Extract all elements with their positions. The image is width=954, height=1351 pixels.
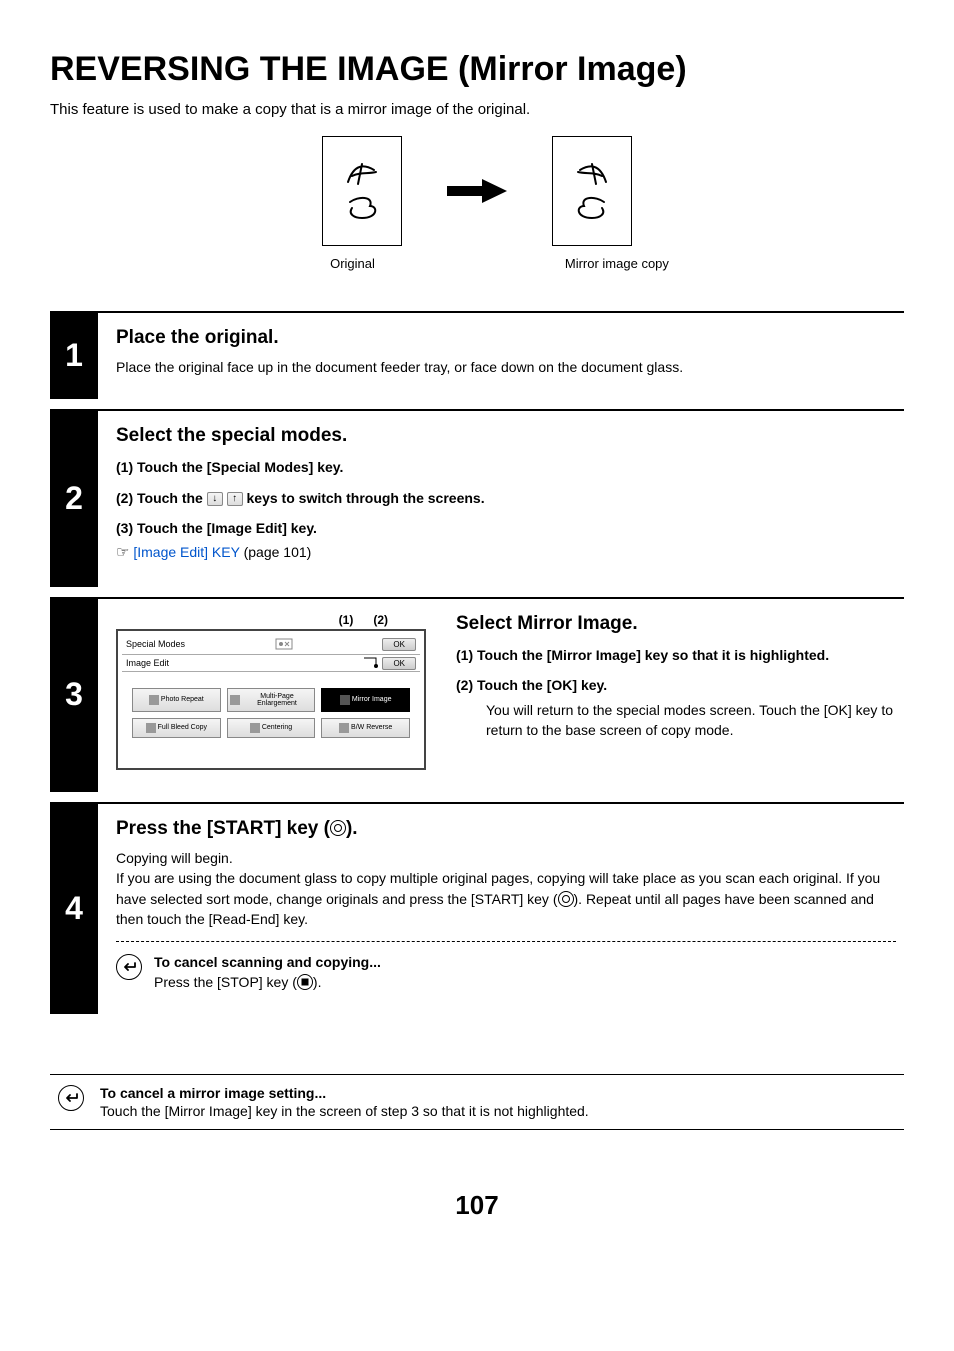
intro-text: This feature is used to make a copy that… [50,101,904,118]
illustration-row [50,136,904,246]
letter-b-script [344,194,380,222]
ok-button-outer[interactable]: OK [382,638,416,651]
tile-mirror-image[interactable]: Mirror Image [321,688,410,712]
step-4: 4 Press the [START] key (). Copying will… [50,802,904,1014]
step2-item3: (3) Touch the [Image Edit] key. [116,518,896,538]
photo-repeat-icon [149,695,159,705]
step2-reference: ☞ [Image Edit] KEY (page 101) [116,542,896,565]
step2-item2-suffix: keys to switch through the screens. [247,490,485,506]
tile-photo-repeat[interactable]: Photo Repeat [132,688,221,712]
start-key-icon-inline [558,891,574,907]
page-number: 107 [50,1190,904,1221]
cancel-title: To cancel scanning and copying... [154,954,381,970]
special-modes-icon [275,638,293,650]
step3-heading: Select Mirror Image. [456,613,896,635]
full-bleed-icon [146,723,156,733]
centering-icon [250,723,260,733]
step-3: 3 (1) (2) Special Modes OK Image Edit [50,597,904,792]
callout-leader-line [362,656,382,670]
tile-fullbleed-label: Full Bleed Copy [158,724,207,731]
step4-body1: Copying will begin. [116,848,896,868]
mirror-image-icon [340,695,350,705]
step-number-1: 1 [50,311,98,399]
step3-sub2: (2) Touch the [OK] key. [456,675,896,695]
step3-sub2-desc: You will return to the special modes scr… [486,700,896,741]
step-1: 1 Place the original. Place the original… [50,311,904,399]
step-number-3: 3 [50,597,98,792]
label-mirror: Mirror image copy [565,256,669,271]
step3-sub1: (1) Touch the [Mirror Image] key so that… [456,645,896,665]
note-title: To cancel a mirror image setting... [100,1085,326,1101]
cancel-body-prefix: Press the [STOP] key ( [154,974,297,990]
tile-multipage-label: Multi-Page Enlargement [242,693,313,707]
image-edit-key-link[interactable]: [Image Edit] KEY [133,544,239,560]
letter-a-mirrored [574,160,610,188]
cancel-body-suffix: ). [313,974,322,990]
tile-mirror-label: Mirror Image [352,696,392,703]
step2-item1: (1) Touch the [Special Modes] key. [116,457,896,477]
start-key-icon [330,820,346,836]
tile-bwreverse-label: B/W Reverse [351,724,392,731]
step4-body2: If you are using the document glass to c… [116,868,896,929]
tile-bw-reverse[interactable]: B/W Reverse [321,718,410,738]
tile-full-bleed-copy[interactable]: Full Bleed Copy [132,718,221,738]
step1-heading: Place the original. [116,327,896,349]
step4-heading: Press the [START] key (). [116,818,896,840]
cancel-return-icon [116,954,142,980]
step2-item2: (2) Touch the ↓ ↑ keys to switch through… [116,488,896,508]
panel-title: Special Modes [126,639,185,649]
step2-item2-prefix: (2) Touch the [116,490,207,506]
step2-heading: Select the special modes. [116,425,896,447]
letter-b-mirrored [574,194,610,222]
footer-note: To cancel a mirror image setting... Touc… [50,1074,904,1130]
tile-multi-page-enlargement[interactable]: Multi-Page Enlargement [227,688,316,712]
original-illustration [322,136,402,246]
step4-heading-prefix: Press the [START] key ( [116,818,330,839]
page-title: REVERSING THE IMAGE (Mirror Image) [50,50,904,89]
pointer-icon: ☞ [116,545,129,561]
tile-centering-label: Centering [262,724,292,731]
step1-body: Place the original face up in the docume… [116,357,896,377]
up-arrow-key-icon: ↑ [227,492,243,506]
ok-button-inner[interactable]: OK [382,657,416,670]
touchscreen-panel: Special Modes OK Image Edit OK Photo Rep… [116,629,426,770]
callout-2: (2) [373,613,388,627]
down-arrow-key-icon: ↓ [207,492,223,506]
label-original: Original [330,256,375,271]
step-number-4: 4 [50,802,98,1014]
tile-photo-repeat-label: Photo Repeat [161,696,204,703]
panel-subtitle: Image Edit [126,658,169,668]
arrow-icon [442,176,512,206]
letter-a-script [344,160,380,188]
tile-centering[interactable]: Centering [227,718,316,738]
step-2: 2 Select the special modes. (1) Touch th… [50,409,904,587]
mirror-illustration [552,136,632,246]
ref-page: (page 101) [240,544,312,560]
callout-1: (1) [339,613,354,627]
step4-heading-suffix: ). [346,818,358,839]
note-body: Touch the [Mirror Image] key in the scre… [100,1103,589,1119]
cancel-body: Press the [STOP] key (). [154,972,381,992]
multipage-icon [230,695,240,705]
cancel-note: To cancel scanning and copying... Press … [116,941,896,992]
stop-key-icon [297,974,313,990]
note-return-icon [58,1085,84,1111]
bw-reverse-icon [339,723,349,733]
step-number-2: 2 [50,409,98,587]
illustration-labels: Original Mirror image copy [50,256,904,271]
